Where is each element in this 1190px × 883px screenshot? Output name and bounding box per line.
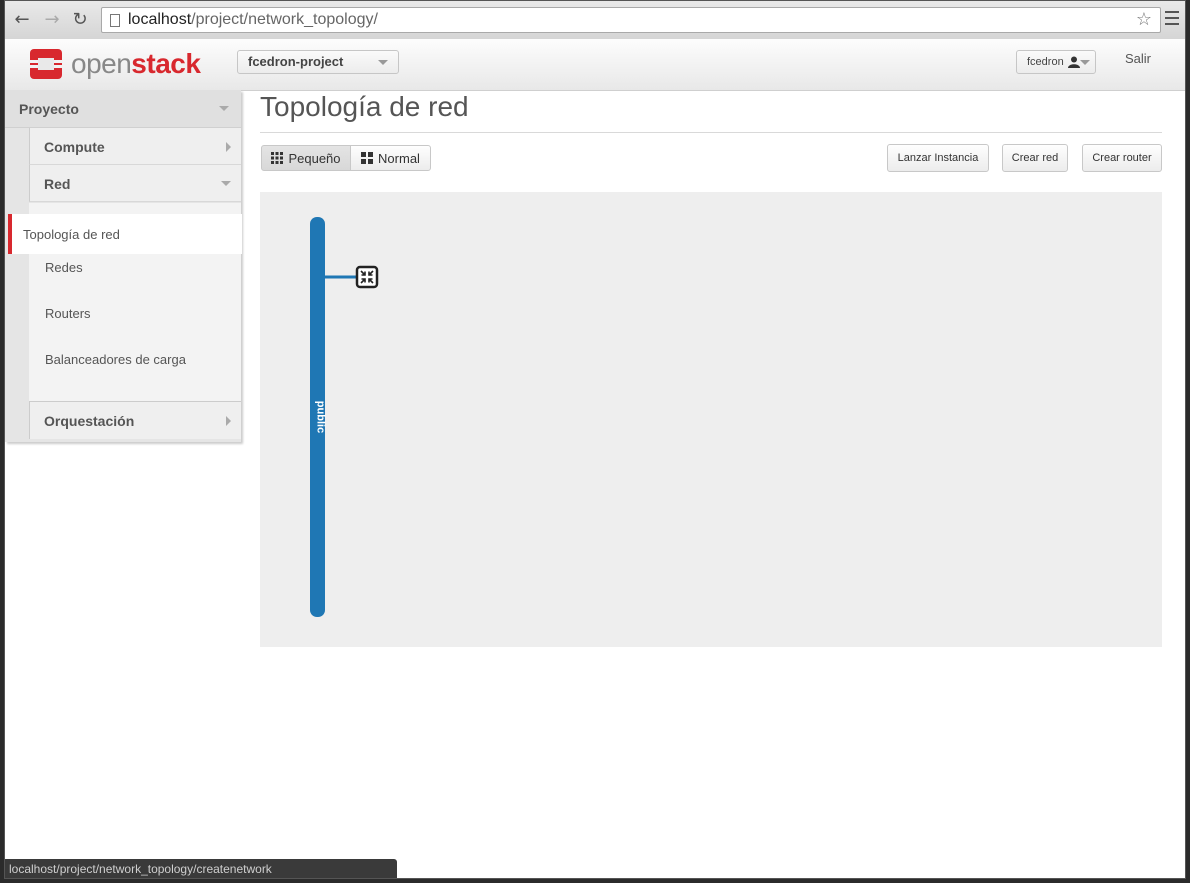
sidebar-section-compute[interactable]: Compute [29,128,241,165]
view-small-button[interactable]: Pequeño [261,145,351,171]
sidebar-dashboard-project[interactable]: Proyecto [5,90,241,128]
url-host: localhost [128,11,192,28]
sidebar-section-orquestacion[interactable]: Orquestación [29,401,241,439]
forward-icon[interactable]: → [41,8,63,30]
chevron-down-icon [219,106,229,111]
project-selector-label: fcedron-project [248,54,344,69]
browser-window: ← → ↻ localhost/project/network_topology… [4,0,1186,879]
create-network-button[interactable]: Crear red [1002,144,1068,172]
view-normal-button[interactable]: Normal [350,145,431,171]
sidebar-section-label: Red [44,176,71,192]
chevron-right-icon [226,142,231,152]
sidebar-section-label: Orquestación [44,413,135,429]
browser-toolbar: ← → ↻ localhost/project/network_topology… [5,1,1185,40]
sidebar: Proyecto Compute Red Redes Routers Balan… [5,90,242,442]
logo-text-stack: stack [131,48,201,79]
url-path: /project/network_topology/ [191,11,378,28]
back-icon[interactable]: ← [11,8,33,30]
status-bar-url: localhost/project/network_topology/creat… [5,859,397,878]
sidebar-dashboard-label: Proyecto [19,101,79,117]
chevron-right-icon [226,416,231,426]
openstack-logo[interactable]: open stack [29,48,201,80]
chevron-down-icon [1080,60,1090,65]
launch-instance-button[interactable]: Lanzar Instancia [887,144,989,172]
sidebar-section-label: Compute [44,139,105,155]
page-icon [110,13,120,27]
sidebar-panel-group: Compute Red [29,128,241,202]
user-menu-label: fcedron [1027,56,1064,68]
large-grid-icon [361,152,374,164]
router-icon[interactable] [355,265,379,289]
openstack-logo-icon [29,49,63,79]
logo-text-open: open [71,48,132,79]
user-icon [1068,56,1080,68]
address-bar[interactable]: localhost/project/network_topology/ ☆ [101,7,1161,33]
topology-canvas: public [260,192,1162,647]
network-public[interactable]: public [310,217,327,617]
chevron-down-icon [221,181,231,186]
sidebar-item-redes[interactable]: Redes [29,260,83,275]
browser-menu-icon[interactable] [1165,11,1179,29]
title-divider [260,132,1162,133]
view-normal-label: Normal [378,150,420,166]
bookmark-star-icon[interactable]: ☆ [1136,9,1152,30]
sidebar-section-red[interactable]: Red [29,165,241,202]
sidebar-item-routers[interactable]: Routers [29,306,91,321]
sidebar-item-balanceadores[interactable]: Balanceadores de carga [29,352,186,367]
small-grid-icon [271,152,284,164]
user-menu[interactable]: fcedron [1016,50,1096,74]
page-title: Topología de red [260,91,469,122]
reload-icon[interactable]: ↻ [69,8,91,30]
topology-svg: public [310,217,379,617]
view-small-label: Pequeño [288,150,341,166]
project-selector[interactable]: fcedron-project [237,50,399,74]
network-label: public [315,401,327,433]
create-router-button[interactable]: Crear router [1082,144,1162,172]
chevron-down-icon [378,60,388,65]
logout-link[interactable]: Salir [1125,51,1151,66]
app-header: open stack fcedron-project fcedron Salir [5,39,1185,91]
sidebar-item-topologia[interactable]: Topología de red [8,214,242,254]
